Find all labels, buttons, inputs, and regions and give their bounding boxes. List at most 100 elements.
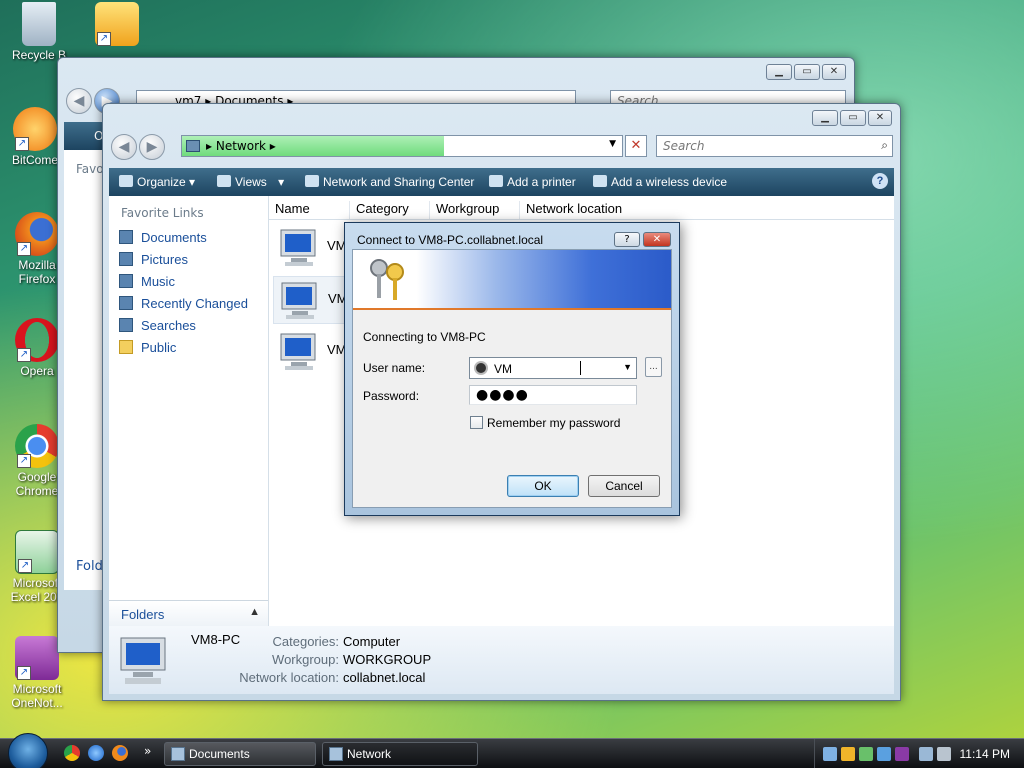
column-header-workgroup[interactable]: Workgroup	[429, 201, 499, 219]
volume-icon[interactable]	[937, 747, 951, 761]
add-wireless-device-button[interactable]: Add a wireless device	[593, 175, 727, 189]
dialog-controls: ? ✕	[614, 232, 671, 247]
chevron-up-icon: ▲	[249, 606, 260, 618]
column-headers: Name Category Workgroup Network location	[269, 196, 894, 220]
taskbar-button-network[interactable]: Network	[322, 742, 478, 766]
folder-icon	[171, 747, 185, 761]
list-item[interactable]: VM	[273, 224, 347, 272]
text-cursor	[580, 361, 581, 375]
security-shield-icon[interactable]	[841, 747, 855, 761]
chrome-icon: ↗	[15, 424, 59, 468]
address-bar[interactable]: ▸ Network ▸ ▼	[181, 135, 623, 157]
desktop-icon-outlook[interactable]: ↗	[82, 2, 152, 48]
shortcut-arrow-icon: ↗	[15, 137, 29, 151]
password-label: Password:	[363, 389, 420, 403]
nav-item-searches[interactable]: Searches	[119, 318, 196, 338]
desktop-icon-recycle-bin[interactable]: Recycle B	[4, 2, 74, 62]
remember-password-label[interactable]: Remember my password	[487, 416, 620, 430]
connect-dialog[interactable]: Connect to VM8-PC.collabnet.local ? ✕ Co…	[344, 222, 680, 516]
nav-item-public[interactable]: Public	[119, 340, 176, 360]
nav-item-recently-changed[interactable]: Recently Changed	[119, 296, 248, 316]
connecting-text: Connecting to VM8-PC	[363, 330, 486, 344]
bitcomet-icon: ↗	[13, 107, 57, 151]
excel-icon: ↗	[15, 530, 59, 574]
password-field[interactable]: ●●●●	[469, 385, 637, 405]
chevron-down-icon[interactable]: ▼	[623, 362, 632, 372]
views-menu[interactable]: Views ▾	[217, 175, 284, 189]
update-icon[interactable]	[859, 747, 873, 761]
help-icon[interactable]: ?	[872, 173, 888, 189]
onenote-icon: ↗	[15, 636, 59, 680]
details-pane: VM8-PC Categories: Computer Workgroup: W…	[109, 626, 894, 694]
back-button[interactable]: ◀	[111, 134, 137, 160]
network-connection-icon[interactable]	[919, 747, 933, 761]
dialog-body: Connecting to VM8-PC User name: VM ▼ ...…	[352, 249, 672, 508]
list-item[interactable]: VM	[273, 328, 347, 376]
nav-item-documents[interactable]: Documents	[119, 230, 207, 250]
list-item[interactable]: VM	[273, 276, 348, 324]
computer-large-icon	[115, 632, 173, 688]
nav-header: Favo	[76, 162, 104, 176]
network-sharing-center-button[interactable]: Network and Sharing Center	[305, 175, 474, 189]
nav-item-pictures[interactable]: Pictures	[119, 252, 188, 272]
ok-button[interactable]: OK	[507, 475, 579, 497]
start-button[interactable]	[8, 733, 48, 768]
cancel-button[interactable]: Cancel	[588, 475, 660, 497]
system-tray: 11:14 PM	[814, 739, 1024, 768]
firefox-icon[interactable]	[112, 745, 128, 761]
column-header-category[interactable]: Category	[349, 201, 409, 219]
remember-password-checkbox[interactable]	[470, 416, 483, 429]
stop-button[interactable]: ✕	[625, 135, 647, 157]
computer-icon	[277, 330, 321, 374]
maximize-button[interactable]: ▭	[840, 110, 866, 126]
app-tray-icon[interactable]	[877, 747, 891, 761]
computer-icon	[277, 226, 321, 270]
organize-menu[interactable]: Organize ▾	[119, 175, 195, 189]
clock[interactable]: 11:14 PM	[960, 747, 1010, 761]
keys-icon	[365, 256, 409, 304]
quick-launch-overflow-icon[interactable]: »	[144, 744, 151, 758]
close-button[interactable]: ✕	[643, 232, 671, 247]
folders-label: Folders	[121, 607, 165, 622]
details-value: WORKGROUP	[343, 652, 432, 667]
searches-icon	[119, 318, 133, 332]
username-combobox[interactable]: VM ▼	[469, 357, 637, 379]
search-icon[interactable]: ⌕	[881, 138, 888, 153]
help-button[interactable]: ?	[614, 232, 640, 247]
close-button[interactable]: ✕	[822, 64, 846, 80]
taskbar-button-documents[interactable]: Documents	[164, 742, 316, 766]
details-label: Network location:	[239, 670, 339, 685]
chrome-icon[interactable]	[64, 745, 80, 761]
add-printer-button[interactable]: Add a printer	[489, 175, 576, 189]
onenote-tray-icon[interactable]	[895, 747, 909, 761]
dialog-title: Connect to VM8-PC.collabnet.local	[357, 233, 544, 247]
nav-item-music[interactable]: Music	[119, 274, 175, 294]
desktop-icon-label: Microsoft OneNot...	[11, 682, 63, 710]
minimize-button[interactable]: ▁	[766, 64, 792, 80]
column-header-name[interactable]: Name	[269, 201, 310, 219]
internet-explorer-icon[interactable]	[88, 745, 104, 761]
dialog-banner	[353, 250, 671, 310]
printer-icon	[489, 175, 503, 187]
minimize-button[interactable]: ▁	[812, 110, 838, 126]
search-placeholder: Search	[663, 139, 705, 153]
network-icon	[329, 747, 343, 761]
back-button[interactable]: ◀	[66, 88, 92, 114]
address-dropdown-icon[interactable]: ▼	[609, 139, 616, 149]
network-status-icon[interactable]	[823, 747, 837, 761]
browse-button[interactable]: ...	[645, 357, 662, 377]
folders-bar[interactable]: Folders ▲	[109, 600, 268, 626]
close-button[interactable]: ✕	[868, 110, 892, 126]
forward-button[interactable]: ▶	[139, 134, 165, 160]
toolbar: Organize ▾ Views ▾ Network and Sharing C…	[109, 168, 894, 196]
organize-icon	[119, 175, 133, 187]
search-input[interactable]: Search ⌕	[656, 135, 893, 157]
network-sharing-icon	[305, 175, 319, 187]
views-icon	[217, 175, 231, 187]
network-location-icon	[186, 140, 200, 152]
column-header-network-location[interactable]: Network location	[519, 201, 622, 219]
shortcut-arrow-icon: ↗	[17, 666, 31, 680]
maximize-button[interactable]: ▭	[794, 64, 820, 80]
favorite-links-header: Favorite Links	[121, 206, 204, 220]
shortcut-arrow-icon: ↗	[17, 454, 31, 468]
